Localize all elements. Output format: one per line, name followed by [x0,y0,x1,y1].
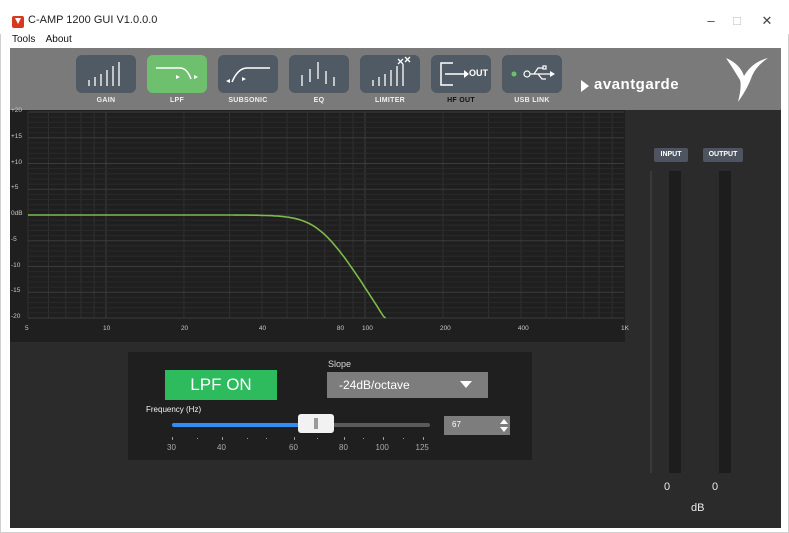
slider-minor-tick [363,438,364,439]
hf-out-icon-text: OUT [469,68,488,78]
graph-x-tick-label: 1K [621,325,629,332]
menu-about[interactable]: About [46,34,72,45]
eq-button[interactable] [289,55,349,93]
title-bar: C-AMP 1200 GUI V1.0.0.0 – □ ✕ [0,0,789,34]
lpf-label: LPF [169,97,185,104]
gain-label: GAIN [96,97,116,104]
graph-y-tick-label: +10 [11,158,23,166]
window-title: C-AMP 1200 GUI V1.0.0.0 [28,14,158,26]
output-meter-button[interactable]: OUTPUT [703,148,743,162]
graph-y-tick-label: -20 [11,313,21,320]
graph-y-tick-label: -15 [11,287,21,295]
slider-minor-tick [403,438,404,439]
slider-tick-label: 80 [339,443,348,452]
highpass-curve-icon [226,67,270,83]
subsonic-button[interactable] [218,55,278,93]
brand-mark-icon [581,80,589,92]
app-logo-icon [12,16,24,28]
gain-bars-icon [88,62,120,86]
graph-x-tick-label: 200 [439,325,451,332]
graph-y-tick-label: +20 [11,107,23,114]
slope-dropdown[interactable]: -24dB/octave [327,372,488,398]
maximize-button[interactable]: □ [722,12,752,30]
chevron-down-icon [460,381,472,388]
slider-major-tick [172,437,173,440]
meter-scale [650,171,652,473]
frequency-slider-thumb[interactable] [298,414,335,433]
menu-tools[interactable]: Tools [12,34,35,45]
frequency-spinbox[interactable]: 67 [444,416,510,435]
meter-unit-label: dB [691,502,705,514]
close-button[interactable]: ✕ [752,12,782,30]
slope-label: Slope [328,359,352,369]
lpf-on-toggle[interactable]: LPF ON [165,370,277,400]
limiter-label: LIMITER [374,97,406,104]
lowpass-curve-icon [156,67,198,80]
output-level-meter [719,171,731,473]
graph-y-tick-label: 0dB [11,210,23,217]
graph-y-tick-label: -5 [11,235,17,243]
slider-tick-label: 40 [217,443,226,452]
spin-up-icon[interactable] [500,419,508,424]
graph-y-tick-label: +15 [11,132,23,140]
graph-x-tick-label: 80 [336,325,345,332]
graph-y-tick-label: +5 [11,184,19,192]
slider-tick-label: 125 [415,443,429,452]
subsonic-label: SUBSONIC [228,97,268,104]
slider-major-tick [383,437,384,440]
slider-major-tick [344,437,345,440]
graph-x-tick-label: 20 [180,325,189,332]
graph-x-tick-label: 40 [258,325,267,332]
slider-major-tick [423,437,424,440]
graph-y-tick-label: -10 [11,261,21,269]
eq-sliders-icon [301,62,335,86]
input-meter-button[interactable]: INPUT [654,148,688,162]
gain-button[interactable] [76,55,136,93]
spin-down-icon[interactable] [500,427,508,432]
hf-out-button[interactable]: OUT [431,55,491,93]
usb-link-button[interactable] [502,55,562,93]
lpf-button[interactable] [147,55,207,93]
eq-label: EQ [313,97,325,104]
slider-tick-label: 100 [375,443,389,452]
toolbar: GAIN LPF SUBSONIC EQ LIMITER OUT HF OUT … [10,48,781,110]
limiter-button[interactable] [360,55,420,93]
usb-icon [511,65,555,80]
slider-major-tick [294,437,295,440]
usb-link-label: USB LINK [514,97,550,104]
graph-x-tick-label: 10 [102,325,111,332]
frequency-label: Frequency (Hz) [146,405,202,414]
brand-logo: avantgarde [594,76,680,93]
slider-tick-label: 60 [289,443,298,452]
slider-minor-tick [317,438,318,439]
slider-minor-tick [266,438,267,439]
frequency-slider-fill [172,423,317,427]
slope-value: -24dB/octave [339,378,410,392]
input-level-meter [669,171,681,473]
graph-x-tick-label: 100 [361,325,373,332]
output-meter-value: 0 [712,481,719,493]
slider-minor-tick [247,438,248,439]
slider-major-tick [222,437,223,440]
limiter-bars-icon [372,56,411,86]
frequency-response-graph [27,111,624,319]
graph-x-tick-label: 5 [25,325,29,332]
input-meter-value: 0 [664,481,671,493]
slider-tick-label: 30 [167,443,176,452]
graph-x-tick-label: 400 [517,325,529,332]
slider-minor-tick [197,438,198,439]
hummingbird-logo-icon [726,58,768,102]
menu-bar: Tools About [12,34,80,48]
hf-out-label: HF OUT [447,97,475,104]
frequency-value: 67 [452,420,461,429]
